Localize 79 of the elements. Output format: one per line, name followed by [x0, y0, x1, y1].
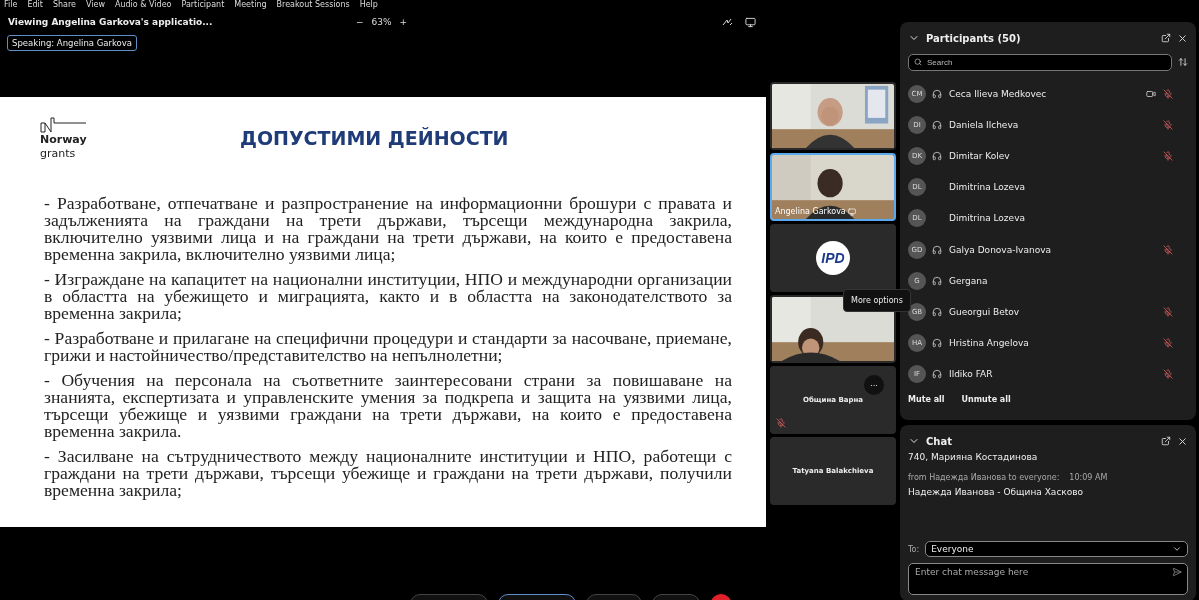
slide-title: ДОПУСТИМИ ДЕЙНОСТИ: [240, 127, 509, 149]
slide-bullet: - Разработване, отпечатване и разпространение на информационни брошури с правата и задълженията на граждани на трети държави, търсещи международна закрила, включително уязвими лица и на граждани на трети държави, на които е предоставена временна закрила, включително уязвими лица;: [43, 195, 732, 263]
participant-name[interactable]: Gergana: [949, 275, 1140, 286]
muted-mic-icon: [1163, 338, 1173, 349]
to-label: To:: [908, 543, 920, 556]
menu-item[interactable]: View: [86, 0, 105, 10]
tooltip: More options: [843, 289, 911, 312]
slide-bullet: - Засилване на сътрудничеството между националните институции и НПО, работещи с граждани на трети държави, търсещи убежище и граждани на трети държави, получили временна закрила;: [43, 448, 732, 499]
participant-name[interactable]: Hristina Angelova: [949, 338, 1140, 349]
participant-name[interactable]: Gueorgui Betov: [949, 306, 1140, 317]
zoom-level: 63%: [371, 17, 392, 27]
logo-icon: IPD: [816, 241, 850, 275]
menu-item[interactable]: Edit: [27, 0, 43, 10]
menu-item[interactable]: Share: [52, 0, 76, 10]
logo-icon: [40, 117, 88, 133]
video-tile[interactable]: IPD: [770, 224, 896, 292]
video-tile[interactable]: Angelina Garkova: [770, 153, 896, 221]
menu-item[interactable]: Participant: [181, 0, 225, 10]
chat-message: Надежда Иванова - Община Хасково: [908, 486, 1085, 499]
logo-text: grants: [40, 147, 77, 161]
participant-name[interactable]: Ildiko FAR: [949, 369, 1140, 380]
muted-mic-icon: [1163, 244, 1173, 255]
participant-name[interactable]: Galya Donova-Ivanova: [949, 244, 1140, 255]
panel-title: Chat: [926, 435, 953, 447]
mute-control-button[interactable]: Unmute all: [961, 395, 1011, 405]
headset-icon: [932, 244, 942, 255]
caret-icon: [1172, 544, 1182, 554]
close-icon[interactable]: [1177, 32, 1188, 44]
sort-icon[interactable]: [1178, 57, 1188, 67]
participant-name[interactable]: Dimitar Kolev: [949, 150, 1140, 161]
message-time: 10:09 AM: [1069, 472, 1108, 484]
window-title: Viewing Angelina Garkova's applicatio...: [8, 17, 214, 27]
headset-icon: [932, 275, 942, 286]
zoom-in-button[interactable]: +: [399, 17, 408, 27]
more-options-button[interactable]: ···: [864, 375, 884, 395]
muted-mic-icon: [1163, 88, 1173, 99]
participant-name[interactable]: Dimitrina Lozeva: [949, 213, 1140, 224]
participant-name[interactable]: Ceca Ilieva Medkovec: [949, 88, 1140, 99]
slide-bullet: - Обучения на персонала на съответните заинтересовани страни за повишаване на знанията, експертизата и управленските умения за подкрепа и защита на уязвими лица, търсещи убежище и уязвими граждани на трети държави, на които е предоставена временна закрила.: [43, 372, 732, 440]
participant-name[interactable]: Dimitrina Lozeva: [949, 182, 1140, 193]
screen-share-icon: [847, 207, 856, 216]
headset-icon: [932, 119, 942, 130]
muted-mic-icon: [1163, 119, 1173, 130]
menu-item[interactable]: Audio & Video: [114, 0, 172, 10]
participant-name: Angelina Garkova: [775, 207, 846, 216]
search-icon: [914, 57, 922, 66]
headset-icon: [932, 88, 942, 99]
menu-item[interactable]: Meeting: [234, 0, 267, 10]
slide-bullet: - Разработване и прилагане на специфични процедури и стандарти за насочване, приемане, грижи и настойничество/представителство на непълнолетни;: [43, 330, 732, 364]
muted-mic-icon: [1163, 150, 1173, 161]
panel-title: Participants (50): [926, 32, 1022, 44]
chat-message: 740, Марияна Костадинова: [908, 451, 1039, 464]
headset-icon: [932, 150, 942, 161]
muted-mic-icon: [1163, 369, 1173, 380]
search-field[interactable]: Search: [908, 53, 1172, 71]
pop-out-icon[interactable]: [1161, 33, 1171, 43]
close-icon[interactable]: [1177, 435, 1188, 447]
message-sender: from Надежда Иванова to everyone:: [908, 472, 1060, 484]
send-icon[interactable]: [1172, 567, 1182, 577]
menu-item[interactable]: Breakout Sessions: [276, 0, 350, 10]
muted-mic-icon: [1163, 306, 1173, 317]
headset-icon: [932, 338, 942, 349]
muted-mic-icon: [776, 418, 786, 428]
zoom-out-button[interactable]: −: [356, 17, 364, 27]
video-icon: [1146, 88, 1156, 99]
speaking-label: Speaking: Angelina Garkova: [7, 35, 138, 51]
annotate-icon[interactable]: [722, 17, 733, 27]
screen-icon[interactable]: [745, 16, 756, 28]
mute-control-button[interactable]: Mute all: [908, 395, 945, 405]
pop-out-icon[interactable]: [1161, 436, 1171, 446]
menu-item[interactable]: Help: [359, 0, 378, 10]
recipient-dropdown[interactable]: Everyone: [925, 541, 1188, 557]
menu-item[interactable]: File: [4, 0, 18, 10]
participant-name[interactable]: Daniela Ilcheva: [949, 119, 1140, 130]
headset-icon: [932, 369, 942, 380]
slide-bullet: - Изграждане на капацитет на национални институции, НПО и международни организации в областта на убежището и миграцията, както и в областта на законодателството за временна закрила;: [43, 271, 732, 322]
chat-input[interactable]: Enter chat message here: [908, 563, 1188, 595]
logo-text: Norway: [40, 133, 88, 147]
headset-icon: [932, 306, 942, 317]
